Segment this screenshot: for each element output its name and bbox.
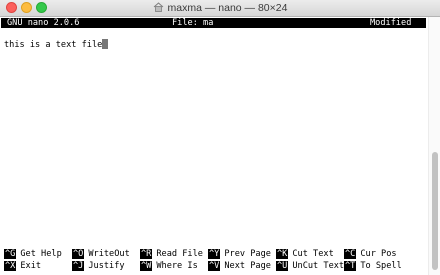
shortcut-key: ^J [72, 261, 85, 271]
shortcut-label: UnCut Text [292, 261, 345, 271]
shortcut-exit[interactable]: ^X Exit [4, 261, 41, 272]
shortcut-key: ^R [140, 249, 153, 259]
title-bar[interactable]: maxma — nano — 80×24 [0, 0, 440, 17]
shortcut-key: ^T [344, 261, 357, 271]
home-folder-icon [153, 2, 163, 12]
shortcut-bar: ^G Get Help ^O WriteOut ^R Read File ^Y Prev… [0, 249, 428, 273]
shortcut-key: ^O [72, 249, 85, 259]
shortcut-writeout[interactable]: ^O WriteOut [72, 249, 130, 260]
editor-text[interactable]: this is a text file [4, 40, 102, 50]
shortcut-to-spell[interactable]: ^T To Spell [344, 261, 402, 272]
shortcut-get-help[interactable]: ^G Get Help [4, 249, 62, 260]
shortcut-justify[interactable]: ^J Justify [72, 261, 125, 272]
shortcut-label: Prev Page [224, 249, 271, 259]
shortcut-label: Get Help [20, 249, 62, 259]
shortcut-key: ^G [4, 249, 17, 259]
shortcut-key: ^Y [208, 249, 221, 259]
shortcut-key: ^W [140, 261, 153, 271]
terminal-window: maxma — nano — 80×24 GNU nano 2.0.6 File… [0, 0, 440, 275]
shortcut-key: ^K [276, 249, 289, 259]
shortcut-cur-pos[interactable]: ^C Cur Pos [344, 249, 397, 260]
shortcut-next-page[interactable]: ^V Next Page [208, 261, 271, 272]
vertical-scrollbar[interactable] [428, 17, 440, 275]
shortcut-label: Cur Pos [360, 249, 397, 259]
shortcut-read-file[interactable]: ^R Read File [140, 249, 203, 260]
shortcut-label: Exit [20, 261, 42, 271]
window-title: maxma — nano — 80×24 [0, 1, 440, 15]
window-title-text: maxma — nano — 80×24 [167, 2, 288, 14]
shortcut-label: Cut Text [292, 249, 334, 259]
nano-filename: File: ma [172, 18, 214, 28]
shortcut-label: Where Is [156, 261, 198, 271]
shortcut-label: To Spell [360, 261, 402, 271]
nano-header-bar: GNU nano 2.0.6 File: ma Modified [1, 18, 426, 28]
shortcut-where-is[interactable]: ^W Where Is [140, 261, 198, 272]
shortcut-label: Next Page [224, 261, 271, 271]
shortcut-key: ^U [276, 261, 289, 271]
shortcut-label: Justify [88, 261, 125, 271]
editor-text-line[interactable]: this is a text file [4, 39, 109, 51]
shortcut-key: ^V [208, 261, 221, 271]
shortcut-key: ^X [4, 261, 17, 271]
nano-version: GNU nano 2.0.6 [7, 18, 80, 28]
shortcut-key: ^C [344, 249, 357, 259]
terminal-area[interactable]: GNU nano 2.0.6 File: ma Modified this is… [0, 17, 428, 275]
shortcut-label: WriteOut [88, 249, 130, 259]
text-cursor [102, 39, 109, 49]
nano-modified-status: Modified [370, 18, 412, 28]
shortcut-label: Read File [156, 249, 203, 259]
scrollbar-thumb[interactable] [432, 152, 438, 270]
shortcut-cut-text[interactable]: ^K Cut Text [276, 249, 334, 260]
shortcut-prev-page[interactable]: ^Y Prev Page [208, 249, 271, 260]
shortcut-uncut-text[interactable]: ^U UnCut Text [276, 261, 344, 272]
